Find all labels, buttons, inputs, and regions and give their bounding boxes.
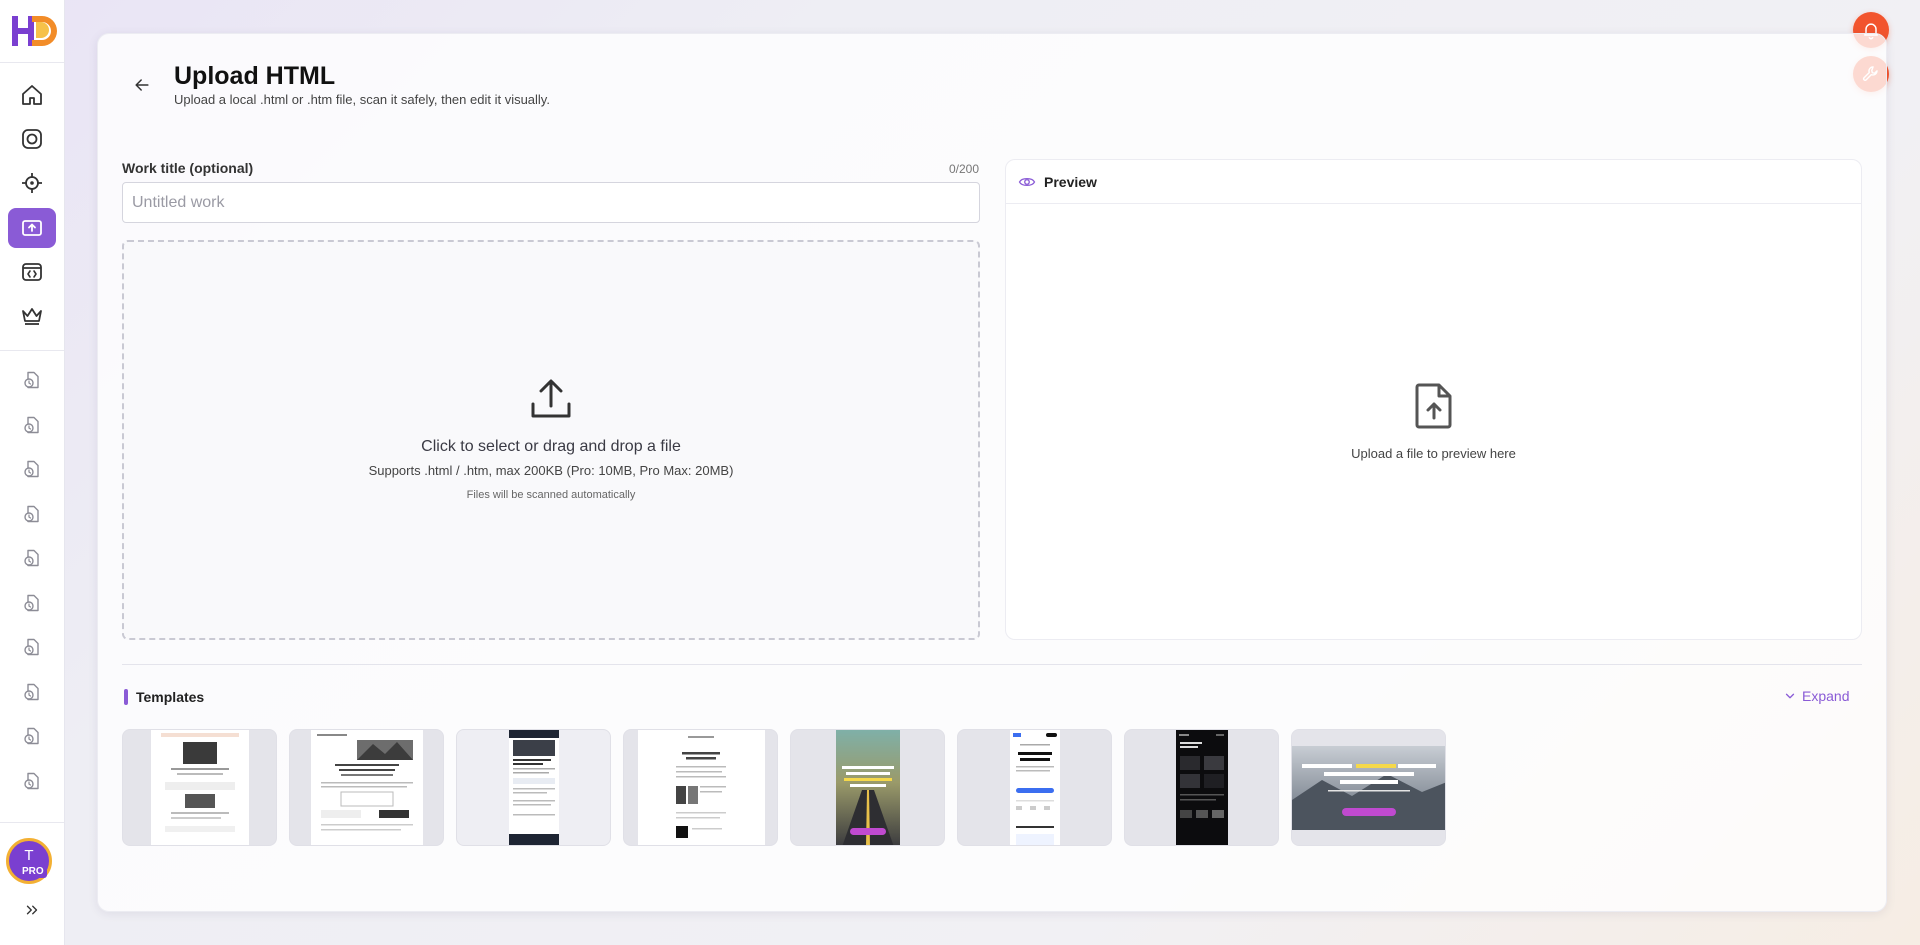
- template-card[interactable]: [790, 729, 945, 846]
- nav-target[interactable]: [8, 163, 56, 203]
- templates-accent-bar: [124, 689, 128, 705]
- template-thumbnail: [1292, 730, 1445, 845]
- app-logo[interactable]: HD: [8, 12, 58, 50]
- sidebar-history-item[interactable]: [12, 585, 52, 621]
- nav-home[interactable]: [8, 75, 56, 115]
- template-card[interactable]: [1124, 729, 1279, 846]
- nav-code[interactable]: [8, 252, 56, 292]
- arrow-left-icon: [135, 79, 149, 91]
- dropzone-title: Click to select or drag and drop a file: [421, 438, 681, 455]
- nav-upload-html[interactable]: [8, 208, 56, 248]
- preview-empty-text: Upload a file to preview here: [1351, 446, 1516, 461]
- template-thumbnail: [311, 730, 423, 845]
- template-card[interactable]: [957, 729, 1112, 846]
- history-file-icon: [24, 727, 39, 745]
- upload-icon: [22, 220, 42, 236]
- file-dropzone[interactable]: Click to select or drag and drop a file …: [122, 240, 980, 640]
- template-thumbnail: [836, 730, 900, 845]
- sidebar-history-item[interactable]: [12, 718, 52, 754]
- eye-icon: [1018, 177, 1036, 186]
- history-file-icon: [24, 772, 39, 789]
- history-file-icon: [24, 505, 39, 522]
- template-card[interactable]: [456, 729, 611, 846]
- sidebar-divider: [0, 350, 64, 351]
- crown-icon: [22, 308, 42, 325]
- sidebar-divider: [0, 62, 64, 63]
- template-thumbnail: [151, 730, 249, 845]
- work-title-input[interactable]: [122, 182, 980, 223]
- template-thumbnail: [509, 730, 559, 845]
- template-card[interactable]: [122, 729, 277, 846]
- sidebar-history-item[interactable]: [12, 451, 52, 487]
- template-thumbnail: [1176, 730, 1228, 845]
- preview-panel: Preview Upload a file to preview here: [1005, 159, 1862, 640]
- history-file-icon: [24, 549, 39, 567]
- page-title: Upload HTML: [174, 62, 336, 90]
- camera-icon: [22, 129, 42, 149]
- upload-card: Upload HTML Upload a local .html or .htm…: [97, 33, 1887, 912]
- preview-header: Preview: [1006, 160, 1861, 204]
- expand-templates-button[interactable]: Expand: [1783, 688, 1849, 704]
- target-icon: [22, 173, 42, 193]
- sidebar-history-item[interactable]: [12, 763, 52, 799]
- sidebar-history-item[interactable]: [12, 674, 52, 710]
- preview-label: Preview: [1044, 173, 1097, 190]
- template-thumbnail: [1010, 730, 1060, 845]
- char-count: 0/200: [949, 162, 980, 176]
- template-card[interactable]: [623, 729, 778, 846]
- dropzone-supports: Supports .html / .htm, max 200KB (Pro: 1…: [368, 463, 734, 478]
- sidebar: HD T PRO: [0, 0, 65, 945]
- section-divider: [122, 664, 1862, 665]
- dropzone-note: Files will be scanned automatically: [466, 489, 636, 501]
- expand-sidebar-button[interactable]: [20, 898, 44, 922]
- expand-label: Expand: [1802, 688, 1850, 704]
- chevron-down-icon: [1785, 693, 1795, 699]
- code-window-icon: [22, 263, 42, 281]
- history-file-icon: [24, 416, 39, 433]
- templates-heading: Templates: [136, 689, 205, 705]
- home-icon: [22, 85, 42, 105]
- nav-capture[interactable]: [8, 119, 56, 159]
- work-title-label: Work title (optional): [122, 160, 254, 176]
- sidebar-history-item[interactable]: [12, 407, 52, 443]
- back-button[interactable]: [128, 71, 156, 99]
- sidebar-history-item[interactable]: [12, 629, 52, 665]
- nav-pricing[interactable]: [8, 296, 56, 336]
- file-upload-icon: [1415, 383, 1452, 429]
- template-card[interactable]: [1291, 729, 1446, 846]
- page-subtitle: Upload a local .html or .htm file, scan …: [174, 92, 550, 107]
- pro-badge: PRO: [19, 865, 47, 878]
- history-file-icon: [24, 371, 39, 389]
- template-card[interactable]: [289, 729, 444, 846]
- template-thumbnail: [638, 730, 765, 845]
- upload-tray-icon: [531, 379, 571, 418]
- sidebar-history-item[interactable]: [12, 540, 52, 576]
- history-file-icon: [24, 683, 39, 700]
- user-avatar[interactable]: T PRO: [6, 838, 52, 884]
- history-file-icon: [24, 460, 39, 478]
- history-file-icon: [24, 594, 39, 611]
- sidebar-divider: [0, 822, 64, 823]
- chevrons-right-icon: [26, 905, 38, 915]
- history-file-icon: [24, 638, 39, 656]
- sidebar-history-item[interactable]: [12, 496, 52, 532]
- sidebar-history-item[interactable]: [12, 362, 52, 398]
- avatar-letter: T: [24, 847, 34, 864]
